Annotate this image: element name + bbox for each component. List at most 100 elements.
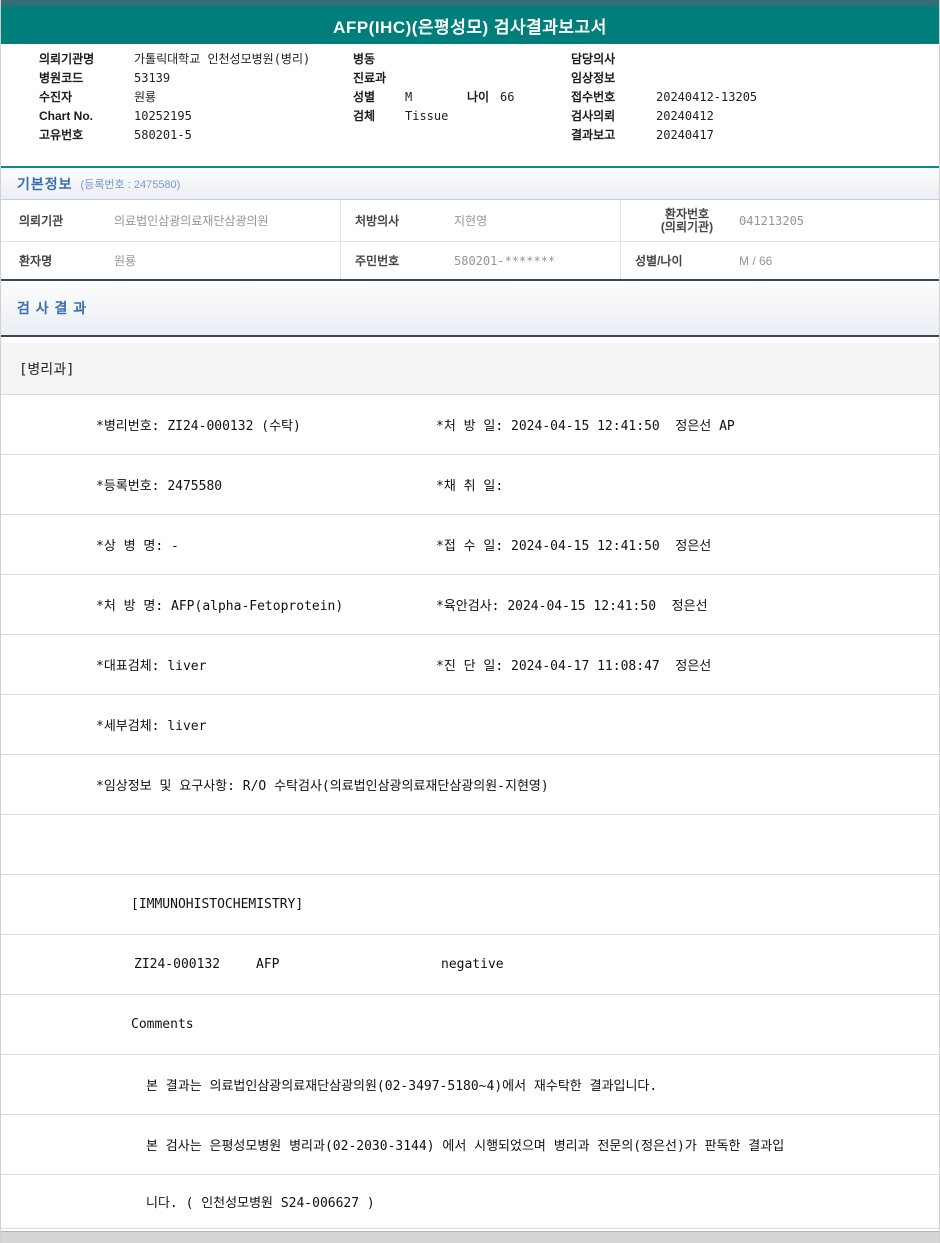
attending-doctor-row: 담당의사 [571,49,939,68]
chart-no-value: 10252195 [134,108,192,123]
ihc-result-value: negative [441,957,504,972]
ihc-result-code: ZI24-000132 [134,957,221,972]
clinical-info-row: 임상정보 [571,68,939,87]
patient-header-middle-column: 병동 진료과 성별 M 나이 66 검체 Tissue [331,49,571,166]
detail-row-pathology-no: *병리번호: ZI24-000132 (수탁) *처 방 일: 2024-04-… [1,395,939,455]
detail-row-disease-name: *상 병 명: - *접 수 일: 2024-04-15 12:41:50 정은… [1,515,939,575]
department-label: 진료과 [353,71,387,85]
department-header-row: [병리과] [1,343,939,395]
detail-row-clinical-request: *임상정보 및 요구사항: R/O 수탁검사(의료법인삼광의료재단삼광의원-지현… [1,755,939,815]
attending-doctor-label: 담당의사 [571,52,616,66]
basic-info-table: 의뢰기관 의료법인삼광의료재단삼광의원 처방의사 지현영 환자번호 (의뢰기관)… [1,200,939,281]
age-value: 66 [500,89,515,104]
ihc-header-row: [IMMUNOHISTOCHEMISTRY] [1,875,939,935]
comment-line-3: 니다. ( 인천성모병원 S24-006627 ) [146,1196,375,1211]
page-title: AFP(IHC)(은평성모) 검사결과보고서 [333,17,607,37]
comment-line-1: 본 결과는 의료법인삼광의료재단삼광의원(02-3497-5180~4)에서 재… [146,1079,658,1094]
detail-row-sub-specimen: *세부검체: liver [1,695,939,755]
prescription-date-text: *처 방 일: 2024-04-15 12:41:50 정은선 AP [436,419,735,434]
report-date-row: 결과보고 20240417 [571,125,939,144]
ihc-result-test: AFP [256,957,280,972]
specimen-label: 검체 [353,109,376,123]
comment-row-3: 니다. ( 인천성모병원 S24-006627 ) [1,1175,939,1229]
receipt-no-value: 20240412-13205 [656,89,758,104]
request-date-value: 20240412 [656,108,714,123]
sex-age-row: 성별 M 나이 66 [353,87,571,106]
ihc-header-text: [IMMUNOHISTOCHEMISTRY] [131,897,304,912]
examinee-row: 수진자 원룡 [39,87,331,106]
gross-exam-date-text: *육안검사: 2024-04-15 12:41:50 정은선 [436,599,708,614]
sex-value: M [405,89,413,104]
chart-no-label: Chart No. [39,108,93,123]
prescribing-doctor-value: 지현영 [454,214,488,228]
department-name: [병리과] [19,361,75,378]
report-date-value: 20240417 [656,127,714,142]
results-section-bar: 검 사 결 과 [1,281,939,337]
basic-info-registration-no: (등록번호 : 2475580) [80,178,181,191]
age-label: 나이 [467,90,490,104]
request-date-label: 검사의뢰 [571,109,616,123]
ward-label: 병동 [353,52,376,66]
patient-header: 의뢰기관명 가톨릭대학교 인천성모병원(병리) 병원코드 53139 수진자 원… [1,44,939,166]
comment-line-2: 본 검사는 은평성모병원 병리과(02-2030-3144) 에서 시행되었으며… [146,1139,785,1154]
examinee-label: 수진자 [39,90,73,104]
hospital-code-label: 병원코드 [39,71,84,85]
patient-id-label: 환자번호 (의뢰기관) [620,200,739,241]
detail-row-order-name: *처 방 명: AFP(alpha-Fetoprotein) *육안검사: 20… [1,575,939,635]
basic-info-section-title: 기본정보 [17,175,73,192]
patient-header-right-column: 담당의사 임상정보 접수번호 20240412-13205 검사의뢰 20240… [571,49,939,166]
comment-row-1: 본 결과는 의료법인삼광의료재단삼광의원(02-3497-5180~4)에서 재… [1,1055,939,1115]
unique-no-row: 고유번호 580201-5 [39,125,331,144]
representative-specimen-text: *대표검체: liver [96,659,207,674]
referring-org-label: 의뢰기관 [19,214,64,228]
clinical-info-label: 임상정보 [571,71,616,85]
specimen-value: Tissue [405,108,449,123]
patient-header-left-column: 의뢰기관명 가톨릭대학교 인천성모병원(병리) 병원코드 53139 수진자 원… [1,49,331,166]
examinee-value: 원룡 [134,90,157,104]
patient-name-label: 환자명 [19,254,53,268]
chart-no-row: Chart No. 10252195 [39,106,331,125]
basic-info-row-2: 환자명 원룡 주민번호 580201-******* 성별/나이 M / 66 [1,242,939,279]
results-section-title: 검 사 결 과 [17,300,88,316]
unique-no-label: 고유번호 [39,128,84,142]
request-date-row: 검사의뢰 20240412 [571,106,939,125]
hospital-code-row: 병원코드 53139 [39,68,331,87]
basic-info-row-1: 의뢰기관 의료법인삼광의료재단삼광의원 처방의사 지현영 환자번호 (의뢰기관)… [1,200,939,242]
footer-bar [1,1231,939,1243]
requesting-org-label: 의뢰기관명 [39,52,95,66]
patient-name-value: 원룡 [114,254,137,268]
ihc-result-row: ZI24-000132 AFP negative [1,935,939,995]
sex-label: 성별 [353,90,376,104]
department-row: 진료과 [353,68,571,87]
ward-row: 병동 [353,49,571,68]
disease-name-text: *상 병 명: - [96,539,179,554]
order-name-text: *처 방 명: AFP(alpha-Fetoprotein) [96,599,344,614]
patient-id-label-line1: 환자번호 [664,206,710,221]
sub-specimen-text: *세부검체: liver [96,719,207,734]
clinical-request-text: *임상정보 및 요구사항: R/O 수탁검사(의료법인삼광의료재단삼광의원-지현… [96,779,549,794]
detail-row-representative-specimen: *대표검체: liver *진 단 일: 2024-04-17 11:08:47… [1,635,939,695]
empty-spacer-row [1,815,939,875]
patient-id-value: 041213205 [739,213,805,228]
referring-org-value: 의료법인삼광의료재단삼광의원 [114,214,269,228]
receipt-no-row: 접수번호 20240412-13205 [571,87,939,106]
specimen-row: 검체 Tissue [353,106,571,125]
requesting-org-row: 의뢰기관명 가톨릭대학교 인천성모병원(병리) [39,49,331,68]
sex-age-combined-label: 성별/나이 [620,242,739,279]
sex-age-combined-value: M / 66 [739,253,773,268]
requesting-org-value: 가톨릭대학교 인천성모병원(병리) [134,52,311,66]
report-date-label: 결과보고 [571,128,616,142]
comment-row-2: 본 검사는 은평성모병원 병리과(02-2030-3144) 에서 시행되었으며… [1,1115,939,1175]
patient-id-label-line2: (의뢰기관) [660,219,714,234]
receipt-date-text: *접 수 일: 2024-04-15 12:41:50 정은선 [436,539,712,554]
basic-info-section-bar: 기본정보 (등록번호 : 2475580) [1,166,939,200]
unique-no-value: 580201-5 [134,127,192,142]
comments-label: Comments [131,1017,194,1032]
hospital-code-value: 53139 [134,70,171,85]
report-page: AFP(IHC)(은평성모) 검사결과보고서 의뢰기관명 가톨릭대학교 인천성모… [0,0,940,1243]
registration-no-text: *등록번호: 2475580 [96,479,223,494]
prescribing-doctor-label: 처방의사 [340,200,454,241]
diagnosis-date-text: *진 단 일: 2024-04-17 11:08:47 정은선 [436,659,712,674]
resident-no-value: 580201-******* [454,253,556,268]
receipt-no-label: 접수번호 [571,90,616,104]
